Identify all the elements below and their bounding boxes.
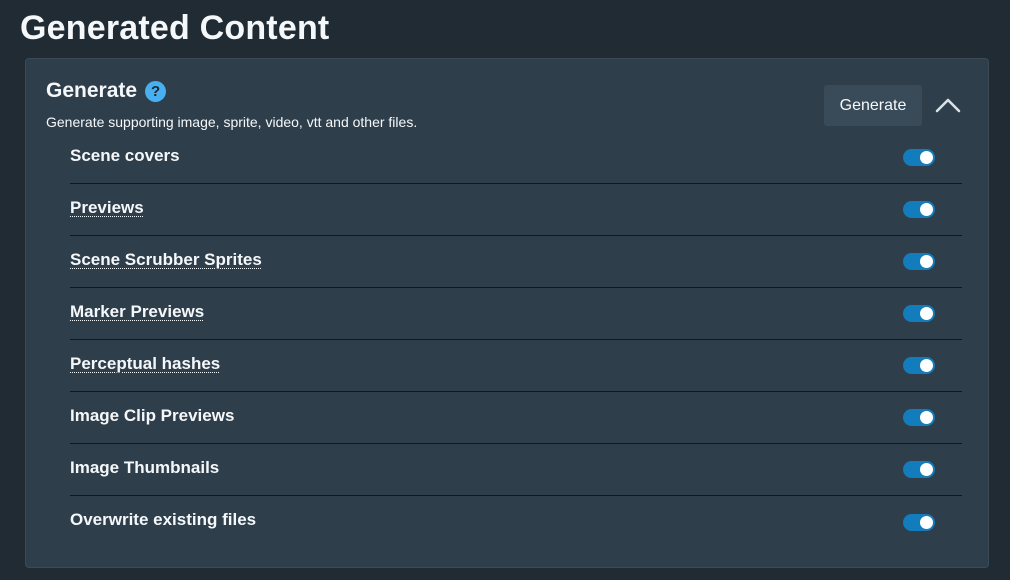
option-label: Scene covers: [70, 145, 180, 165]
option-label: Marker Previews: [70, 301, 205, 321]
option-label: Image Thumbnails: [70, 457, 220, 477]
marker-previews-toggle[interactable]: [903, 305, 935, 322]
card-title-text: Generate: [46, 79, 138, 102]
option-row-image-clip-previews: Image Clip Previews: [70, 392, 962, 444]
option-row-perceptual-hashes: Perceptual hashes: [70, 340, 962, 392]
toggle-knob: [920, 359, 933, 372]
option-row-scene-scrubber-sprites: Scene Scrubber Sprites: [70, 236, 962, 288]
toggle-knob: [920, 203, 933, 216]
option-row-previews: Previews: [70, 184, 962, 236]
toggle-knob: [920, 463, 933, 476]
perceptual-hashes-toggle[interactable]: [903, 357, 935, 374]
option-row-marker-previews: Marker Previews: [70, 288, 962, 340]
option-label: Perceptual hashes: [70, 353, 221, 373]
previews-toggle[interactable]: [903, 201, 935, 218]
generate-card: Generate ? Generate supporting image, sp…: [25, 58, 989, 568]
collapse-button[interactable]: [932, 89, 964, 121]
page-title: Generated Content: [20, 9, 330, 47]
toggle-knob: [920, 255, 933, 268]
toggle-knob: [920, 307, 933, 320]
scene-covers-toggle[interactable]: [903, 149, 935, 166]
option-label: Overwrite existing files: [70, 510, 257, 529]
chevron-up-icon: [935, 98, 961, 113]
help-icon[interactable]: ?: [145, 80, 167, 102]
scene-scrubber-sprites-toggle[interactable]: [903, 253, 935, 270]
option-row-image-thumbnails: Image Thumbnails: [70, 444, 962, 496]
image-clip-previews-toggle[interactable]: [903, 409, 935, 426]
toggle-knob: [920, 411, 933, 424]
option-row-scene-covers: Scene covers: [70, 132, 962, 184]
option-row-overwrite-existing-files: Overwrite existing files: [70, 496, 962, 548]
option-label: Scene Scrubber Sprites: [70, 249, 262, 269]
toggle-knob: [920, 515, 933, 529]
option-list: Scene covers Previews Scene Scrubber Spr…: [70, 132, 962, 548]
option-label: Previews: [70, 197, 144, 217]
image-thumbnails-toggle[interactable]: [903, 461, 935, 478]
generate-button[interactable]: Generate: [824, 85, 922, 126]
toggle-knob: [920, 151, 933, 164]
overwrite-existing-files-toggle[interactable]: [903, 513, 935, 531]
option-label: Image Clip Previews: [70, 405, 235, 425]
